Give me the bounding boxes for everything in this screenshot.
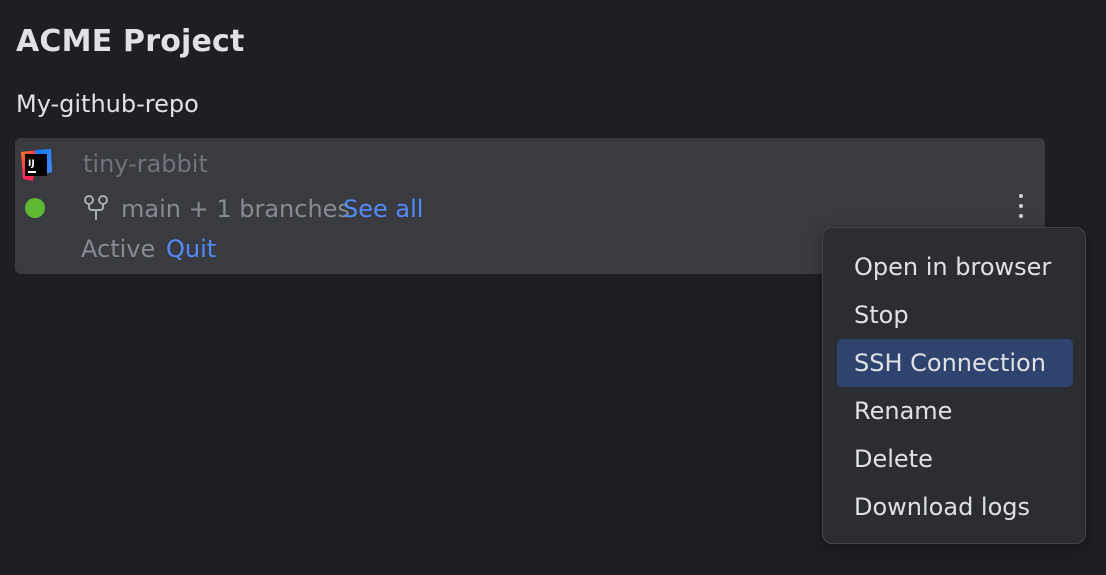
- menu-item-rename[interactable]: Rename: [837, 387, 1073, 435]
- git-branch-icon: [84, 195, 108, 220]
- workspace-name: tiny-rabbit: [83, 150, 208, 178]
- menu-item-ssh-connection[interactable]: SSH Connection: [837, 339, 1073, 387]
- project-title: ACME Project: [16, 24, 245, 59]
- context-menu: Open in browser Stop SSH Connection Rena…: [822, 227, 1086, 544]
- status-label: Active: [81, 235, 156, 263]
- menu-item-open-in-browser[interactable]: Open in browser: [837, 243, 1073, 291]
- menu-item-download-logs[interactable]: Download logs: [837, 483, 1073, 531]
- branches-summary: main + 1 branches: [121, 195, 350, 223]
- app-root: ACME Project My-github-repo IJ tiny-rabb…: [0, 0, 1106, 575]
- menu-item-stop[interactable]: Stop: [837, 291, 1073, 339]
- status-indicator: [25, 198, 45, 218]
- quit-link[interactable]: Quit: [166, 235, 216, 263]
- see-all-link[interactable]: See all: [343, 195, 423, 223]
- svg-text:IJ: IJ: [28, 159, 35, 169]
- menu-item-delete[interactable]: Delete: [837, 435, 1073, 483]
- intellij-idea-icon: IJ: [21, 149, 52, 181]
- vertical-ellipsis-icon[interactable]: [1011, 192, 1031, 222]
- repo-name: My-github-repo: [16, 90, 199, 118]
